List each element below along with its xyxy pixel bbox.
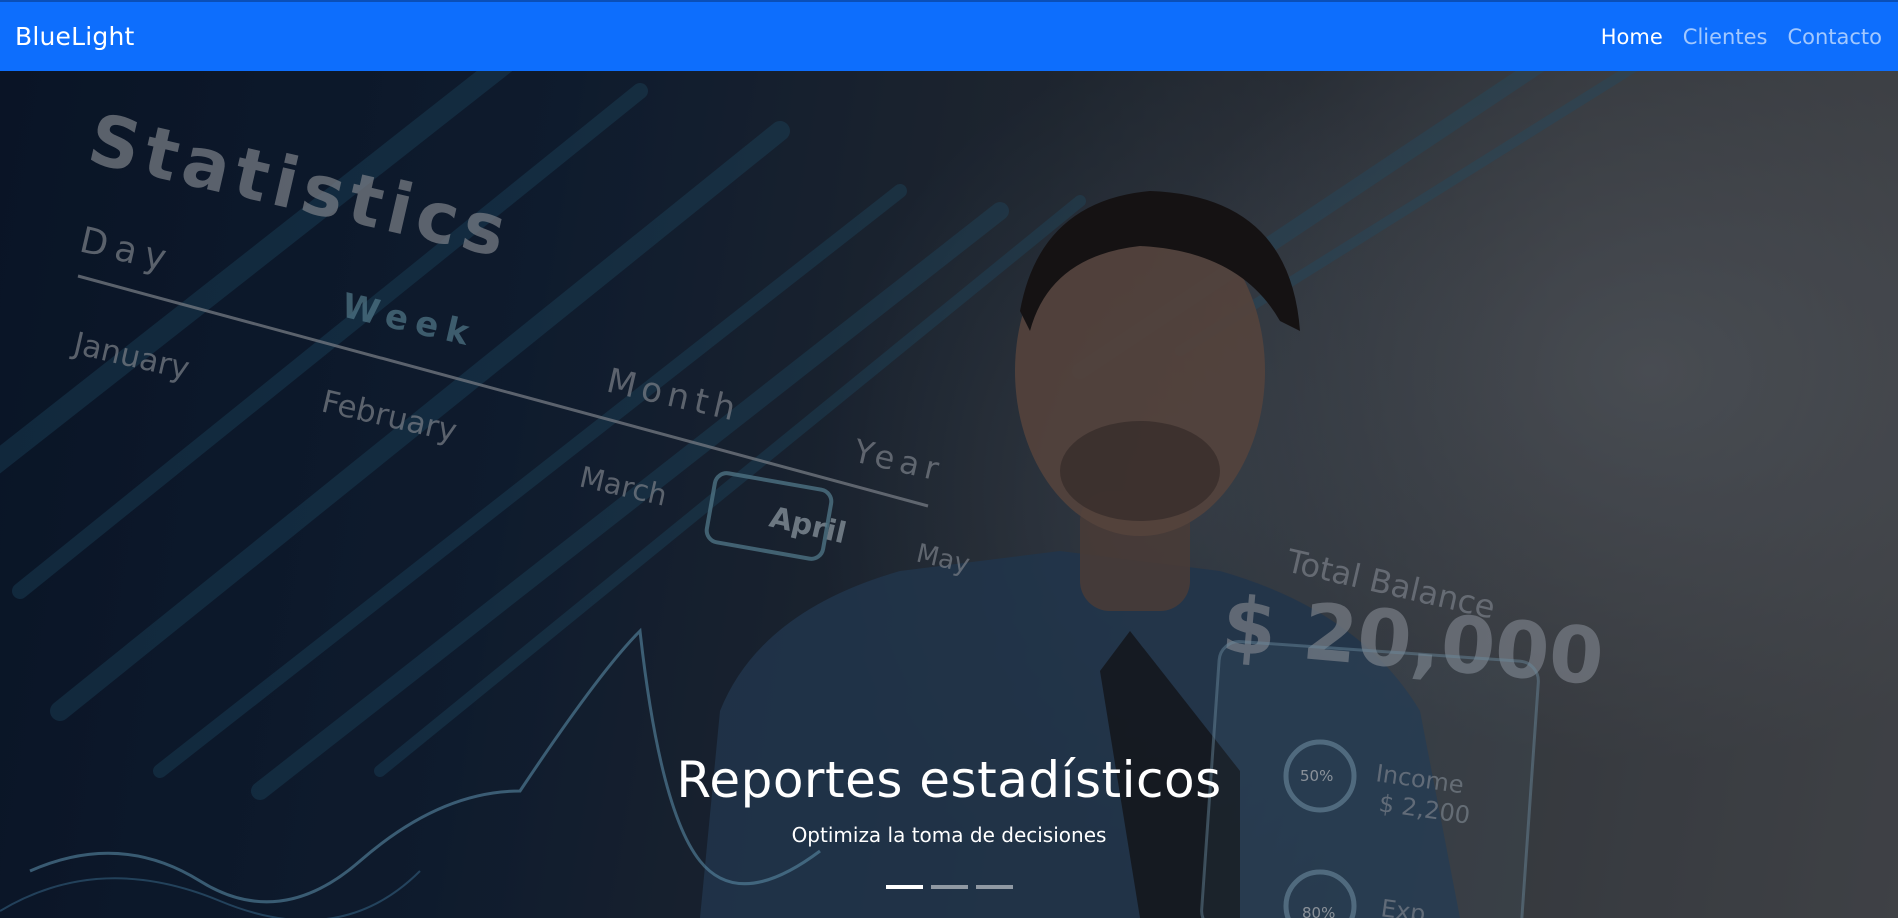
carousel-indicator-1[interactable] [885,885,923,889]
brand-logo[interactable]: BlueLight [15,22,135,51]
carousel-indicator-2[interactable] [930,885,968,889]
navbar: BlueLight Home Clientes Contacto [0,0,1898,71]
nav-link-contacto[interactable]: Contacto [1787,25,1882,49]
nav-link-clientes[interactable]: Clientes [1683,25,1768,49]
nav-link-home[interactable]: Home [1601,25,1663,49]
carousel-indicators [0,885,1898,889]
carousel-caption-subtitle: Optimiza la toma de decisiones [791,823,1107,847]
carousel-indicator-3[interactable] [975,885,1013,889]
carousel-caption-title: Reportes estadísticos [676,751,1222,809]
nav-links: Home Clientes Contacto [1601,25,1882,49]
hero-carousel: Statistics Day Week Month Year January F… [0,71,1898,918]
